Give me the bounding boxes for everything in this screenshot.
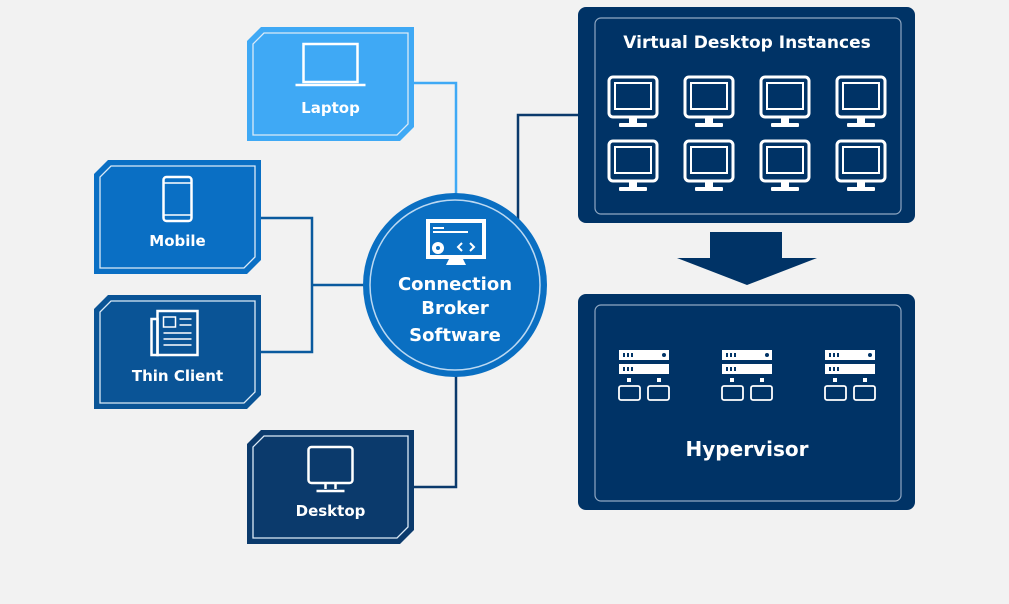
connector-vdi xyxy=(516,113,580,220)
vdi-panel: Virtual Desktop Instances xyxy=(578,7,915,223)
device-mobile: Mobile xyxy=(94,160,261,274)
hypervisor-title: Hypervisor xyxy=(686,437,809,461)
down-arrow-icon xyxy=(677,232,817,285)
vdi-architecture-diagram: Laptop Mobile Thin Client Desktop Connectio… xyxy=(94,7,915,544)
device-label: Thin Client xyxy=(132,367,223,385)
device-laptop: Laptop xyxy=(247,27,414,141)
connector-laptop xyxy=(414,81,458,195)
broker-label-2: Broker xyxy=(421,298,489,319)
device-desktop: Desktop xyxy=(247,430,414,544)
connector-desktop xyxy=(414,375,458,489)
hypervisor-panel: Hypervisor xyxy=(578,294,915,510)
monitor-code-gear-icon xyxy=(426,219,486,265)
connection-broker: Connection Broker Software xyxy=(363,193,547,377)
device-thin-client: Thin Client xyxy=(94,295,261,409)
connector-mobile-thin xyxy=(261,216,314,354)
broker-label-1: Connection xyxy=(398,274,512,295)
device-label: Laptop xyxy=(301,99,360,117)
vdi-title: Virtual Desktop Instances xyxy=(623,33,870,53)
device-label: Mobile xyxy=(149,232,205,250)
device-label: Desktop xyxy=(296,502,366,520)
broker-label-3: Software xyxy=(409,325,501,346)
